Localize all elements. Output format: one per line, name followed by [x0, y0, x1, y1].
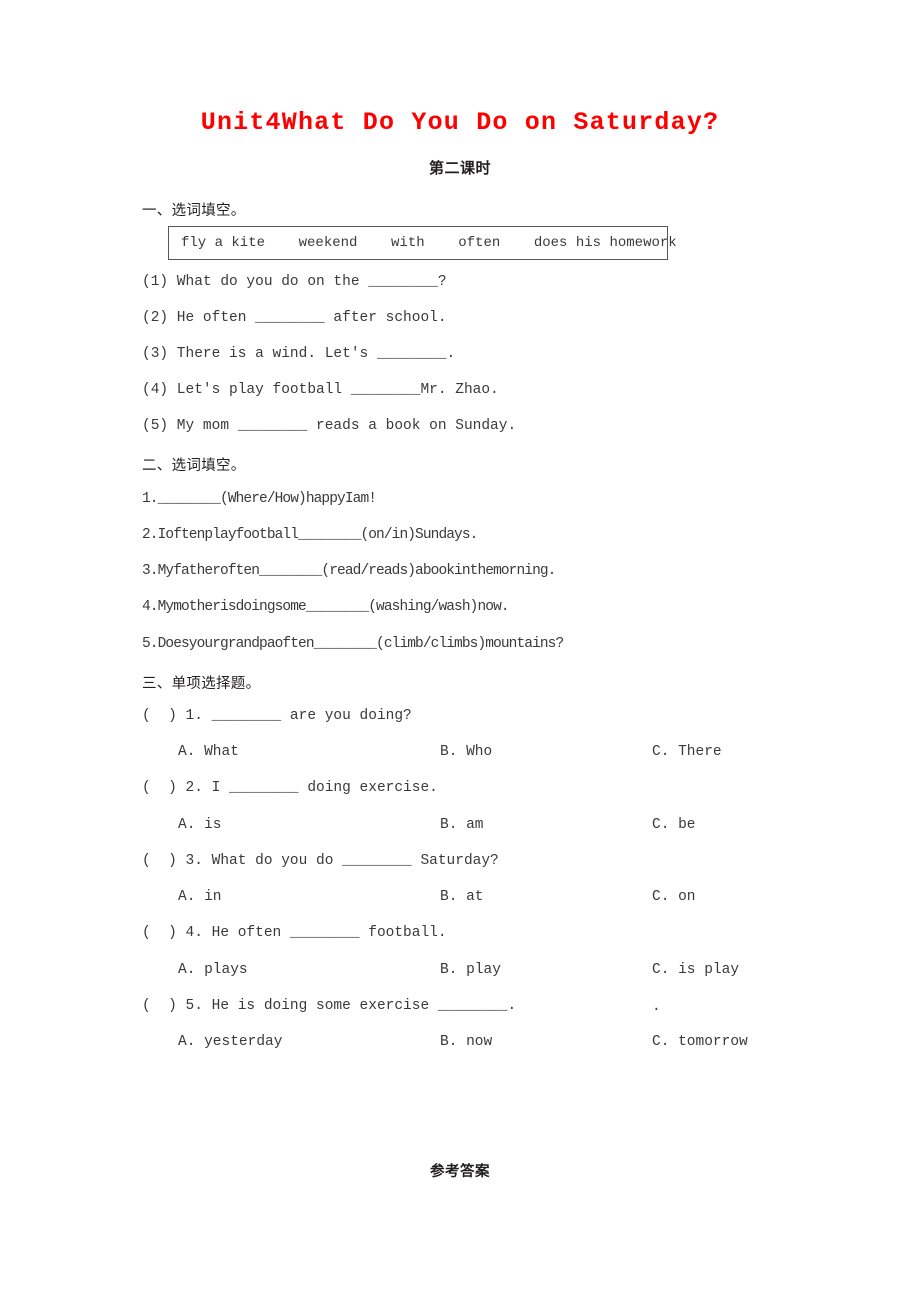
stray-period-mark: .: [652, 999, 661, 1015]
section-three-heading: 三、单项选择题。: [142, 676, 261, 692]
section-one-item-4: (4) Let's play football ________Mr. Zhao…: [142, 382, 499, 398]
mc-q1-option-b[interactable]: B. Who: [440, 744, 492, 760]
mc-question-2-options: A. is B. am C. be: [0, 817, 920, 837]
mc-q1-option-c[interactable]: C. There: [652, 744, 722, 760]
section-two-item-2: 2.Ioftenplayfootball________(on/in)Sunda…: [142, 527, 478, 543]
answer-key-heading: 参考答案: [430, 1164, 490, 1180]
mc-q3-option-c[interactable]: C. on: [652, 889, 696, 905]
mc-question-3-options: A. in B. at C. on: [0, 889, 920, 909]
word-bank-text: fly a kite weekend with often does his h…: [181, 235, 677, 251]
mc-q2-option-c[interactable]: C. be: [652, 817, 696, 833]
mc-q4-option-a[interactable]: A. plays: [178, 962, 248, 978]
section-two-heading: 二、选词填空。: [142, 458, 246, 474]
mc-question-4-stem: ( ) 4. He often ________ football.: [142, 925, 447, 941]
mc-question-5-options: A. yesterday B. now C. tomorrow: [0, 1034, 920, 1054]
mc-q2-option-b[interactable]: B. am: [440, 817, 484, 833]
section-one-heading: 一、选词填空。: [142, 203, 246, 219]
section-two-item-1: 1.________(Where/How)happyIam!: [142, 491, 377, 507]
section-one-item-1: (1) What do you do on the ________?: [142, 274, 447, 290]
word-bank-box: fly a kite weekend with often does his h…: [168, 226, 677, 260]
section-two-item-5: 5.Doesyourgrandpaoften________(climb/cli…: [142, 636, 564, 652]
mc-question-1-options: A. What B. Who C. There: [0, 744, 920, 764]
mc-question-3-stem: ( ) 3. What do you do ________ Saturday?: [142, 853, 499, 869]
section-one-item-5: (5) My mom ________ reads a book on Sund…: [142, 418, 517, 434]
mc-question-1-stem: ( ) 1. ________ are you doing?: [142, 708, 412, 724]
section-one-item-2: (2) He often ________ after school.: [142, 310, 447, 326]
mc-q4-option-b[interactable]: B. play: [440, 962, 501, 978]
mc-q1-option-a[interactable]: A. What: [178, 744, 239, 760]
mc-question-4-options: A. plays B. play C. is play: [0, 962, 920, 982]
mc-q5-option-b[interactable]: B. now: [440, 1034, 492, 1050]
mc-q3-option-b[interactable]: B. at: [440, 889, 484, 905]
mc-q5-option-a[interactable]: A. yesterday: [178, 1034, 282, 1050]
mc-q4-option-c[interactable]: C. is play: [652, 962, 739, 978]
page-title: Unit4What Do You Do on Saturday?: [200, 108, 720, 137]
page-subtitle: 第二课时: [428, 159, 491, 177]
section-two-item-4: 4.Mymotherisdoingsome________(washing/wa…: [142, 599, 510, 615]
section-two-item-3: 3.Myfatheroften________(read/reads)abook…: [142, 563, 556, 579]
mc-question-2-stem: ( ) 2. I ________ doing exercise.: [142, 780, 438, 796]
worksheet-page: Unit4What Do You Do on Saturday? 第二课时 一、…: [0, 0, 920, 1302]
mc-q2-option-a[interactable]: A. is: [178, 817, 222, 833]
section-one-item-3: (3) There is a wind. Let's ________.: [142, 346, 456, 362]
mc-question-5-stem: ( ) 5. He is doing some exercise _______…: [142, 998, 517, 1014]
mc-q5-option-c[interactable]: C. tomorrow: [652, 1034, 748, 1050]
mc-q3-option-a[interactable]: A. in: [178, 889, 222, 905]
